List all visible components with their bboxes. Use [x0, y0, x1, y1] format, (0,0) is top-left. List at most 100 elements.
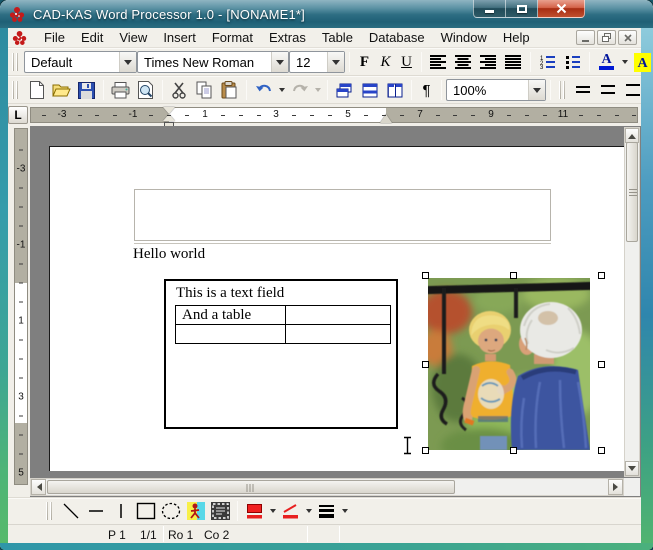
menu-insert[interactable]: Insert [155, 28, 204, 47]
vertical-scrollbar[interactable] [624, 127, 640, 477]
line-color-button[interactable] [278, 499, 303, 523]
new-document-button[interactable] [24, 78, 49, 102]
redo-dropdown[interactable] [312, 78, 323, 102]
bold-button[interactable]: F [354, 50, 375, 74]
align-right-button[interactable] [476, 50, 501, 74]
close-button[interactable] [538, 0, 585, 18]
print-button[interactable] [108, 78, 133, 102]
fill-color-dropdown[interactable] [267, 499, 278, 523]
undo-button[interactable] [251, 78, 276, 102]
zoom-combobox[interactable]: 100% [446, 79, 546, 101]
font-dropdown-arrow[interactable] [271, 52, 288, 72]
menu-file[interactable]: File [36, 28, 73, 47]
draw-horizontal-line-button[interactable] [83, 499, 108, 523]
document-page[interactable]: Hello world This is a text field And a t… [49, 146, 624, 471]
undo-dropdown[interactable] [276, 78, 287, 102]
tile-horizontal-button[interactable] [357, 78, 382, 102]
fill-color-button[interactable] [242, 499, 267, 523]
inserted-photo[interactable] [428, 278, 590, 450]
save-button[interactable] [74, 78, 99, 102]
resize-handle-w[interactable] [422, 361, 429, 368]
title-bar[interactable]: CAD-KAS Word Processor 1.0 - [NONAME1*] [0, 0, 653, 28]
align-center-button[interactable] [451, 50, 476, 74]
tab-stop-selector[interactable]: L [8, 106, 28, 124]
insert-clipart-button[interactable] [183, 499, 208, 523]
zoom-dropdown-arrow[interactable] [528, 80, 545, 100]
justify-button[interactable] [501, 50, 526, 74]
line-width-button[interactable] [314, 499, 339, 523]
font-color-dropdown[interactable] [619, 50, 630, 74]
resize-handle-s[interactable] [510, 447, 517, 454]
menu-edit[interactable]: Edit [73, 28, 111, 47]
line-spacing-1-button[interactable] [571, 78, 596, 102]
document-canvas[interactable]: Hello world This is a text field And a t… [30, 126, 641, 497]
font-size-dropdown-arrow[interactable] [327, 52, 344, 72]
line-width-dropdown[interactable] [339, 499, 350, 523]
copy-button[interactable] [192, 78, 217, 102]
font-combobox[interactable]: Times New Roman [137, 51, 289, 73]
show-paragraph-marks-button[interactable]: ¶ [416, 78, 437, 102]
font-size-combobox[interactable]: 12 [289, 51, 345, 73]
open-file-button[interactable] [49, 78, 74, 102]
text-field-label[interactable]: This is a text field [176, 285, 284, 302]
resize-handle-sw[interactable] [422, 447, 429, 454]
vertical-scroll-thumb[interactable] [626, 142, 638, 242]
text-field-frame[interactable]: This is a text field And a table [164, 279, 398, 429]
paste-button[interactable] [217, 78, 242, 102]
line-spacing-2-button[interactable] [621, 78, 646, 102]
table-cell[interactable]: And a table [176, 306, 286, 325]
menu-extras[interactable]: Extras [261, 28, 314, 47]
insert-text-frame-button[interactable] [208, 499, 233, 523]
line-color-dropdown[interactable] [303, 499, 314, 523]
menu-view[interactable]: View [111, 28, 155, 47]
scroll-up-button[interactable] [625, 128, 639, 143]
indent-marker[interactable] [162, 107, 176, 128]
print-preview-button[interactable] [133, 78, 158, 102]
menu-format[interactable]: Format [204, 28, 261, 47]
style-dropdown-arrow[interactable] [119, 52, 136, 72]
tile-vertical-button[interactable] [382, 78, 407, 102]
redo-button[interactable] [287, 78, 312, 102]
document-heading-text[interactable]: Hello world [133, 246, 205, 263]
resize-handle-e[interactable] [598, 361, 605, 368]
horizontal-scrollbar[interactable] [30, 478, 624, 496]
align-left-button[interactable] [426, 50, 451, 74]
maximize-button[interactable] [506, 0, 538, 18]
scroll-down-button[interactable] [625, 461, 639, 476]
cascade-windows-button[interactable] [332, 78, 357, 102]
horizontal-scroll-thumb[interactable] [47, 480, 455, 494]
font-color-button[interactable]: A [594, 50, 619, 74]
vertical-ruler[interactable]: -3-1135 [14, 128, 28, 485]
table-cell[interactable] [285, 306, 390, 325]
cut-button[interactable] [167, 78, 192, 102]
table-cell[interactable] [176, 325, 286, 344]
mdi-restore-button[interactable] [597, 30, 616, 45]
draw-rectangle-button[interactable] [133, 499, 158, 523]
menu-window[interactable]: Window [433, 28, 495, 47]
numbered-list-button[interactable]: 123 [535, 50, 560, 74]
horizontal-ruler[interactable]: -3-11357911 [30, 107, 638, 123]
empty-paragraph-frame[interactable] [134, 189, 551, 241]
draw-line-button[interactable] [58, 499, 83, 523]
toolbar-grip[interactable] [559, 81, 565, 99]
highlight-color-button[interactable]: A [630, 50, 653, 74]
mdi-minimize-button[interactable] [576, 30, 595, 45]
bullet-list-button[interactable] [560, 50, 585, 74]
scroll-left-button[interactable] [31, 479, 46, 495]
menu-database[interactable]: Database [361, 28, 433, 47]
underline-button[interactable]: U [396, 50, 417, 74]
resize-handle-se[interactable] [598, 447, 605, 454]
resize-handle-ne[interactable] [598, 272, 605, 279]
toolbar-grip[interactable] [12, 53, 18, 71]
draw-vertical-line-button[interactable] [108, 499, 133, 523]
toolbar-grip[interactable] [12, 81, 18, 99]
menu-table[interactable]: Table [314, 28, 361, 47]
minimize-button[interactable] [473, 0, 506, 18]
document-table[interactable]: And a table [175, 305, 391, 344]
line-spacing-15-button[interactable] [596, 78, 621, 102]
italic-button[interactable]: K [375, 50, 396, 74]
resize-handle-nw[interactable] [422, 272, 429, 279]
mdi-close-button[interactable] [618, 30, 637, 45]
menu-help[interactable]: Help [495, 28, 538, 47]
toolbar-grip[interactable] [46, 502, 52, 520]
